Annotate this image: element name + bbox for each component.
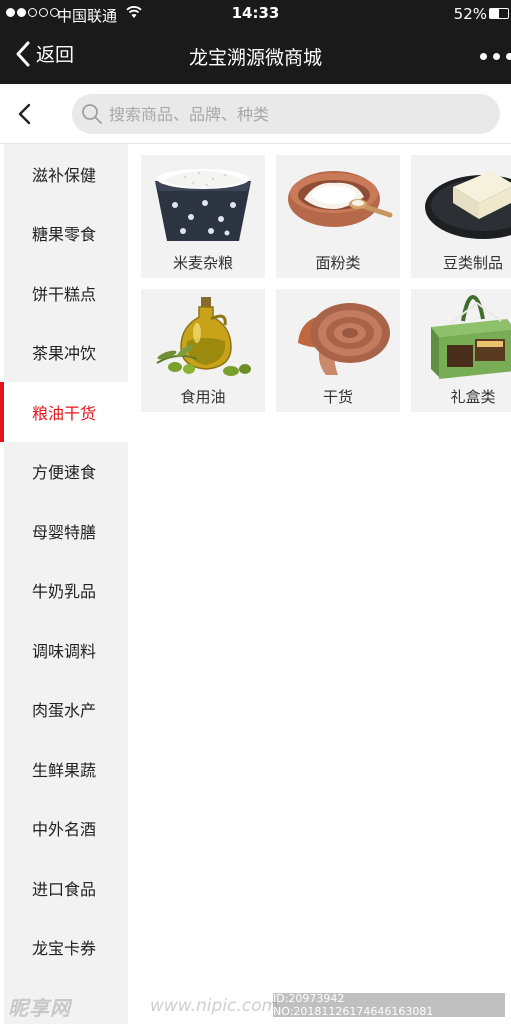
product-tile-soy-products[interactable]: 豆类制品 [411, 155, 511, 278]
category-label: 糖果零食 [31, 225, 96, 245]
mushroom-icon [298, 303, 390, 375]
page-title: 龙宝溯源微商城 [188, 47, 322, 69]
category-item-supplements[interactable]: 滋补保健 [4, 144, 128, 204]
gift-box-icon [431, 294, 511, 379]
product-tile-dried-goods[interactable]: 干货 [276, 289, 400, 412]
category-label: 茶果冲饮 [31, 344, 96, 364]
product-label: 面粉类 [315, 254, 361, 272]
status-time: 14:33 [231, 4, 280, 22]
category-item-imported[interactable]: 进口食品 [4, 858, 128, 918]
category-item-grain-oil[interactable]: 粮油干货 [0, 382, 128, 442]
category-item-liquor[interactable]: 中外名酒 [4, 799, 128, 859]
category-label: 饼干糕点 [31, 284, 96, 304]
rice-bowl-icon [155, 169, 251, 241]
watermark-id: ID:20973942 NO:20181126174646163081 [273, 992, 505, 1018]
category-item-condiments[interactable]: 调味调料 [4, 620, 128, 680]
product-label: 食用油 [180, 388, 226, 406]
category-label: 龙宝卡券 [31, 939, 96, 959]
back-arrow-icon[interactable] [14, 100, 36, 128]
tofu-plate-icon [425, 171, 511, 239]
status-bar: 中国联通 14:33 52% [0, 0, 511, 28]
battery-icon [489, 8, 509, 19]
category-item-fresh-produce[interactable]: 生鲜果蔬 [4, 739, 128, 799]
product-tile-gift-boxes[interactable]: 礼盒类 [411, 289, 511, 412]
product-label: 豆类制品 [442, 254, 503, 272]
nav-bar: 返回 龙宝溯源微商城 [0, 28, 511, 84]
category-label: 进口食品 [31, 879, 96, 899]
category-label: 母婴特膳 [31, 522, 96, 542]
category-item-dairy[interactable]: 牛奶乳品 [4, 561, 128, 621]
watermark-brand: 昵享网 [8, 996, 71, 1020]
product-tile-grains[interactable]: 米麦杂粮 [141, 155, 265, 278]
category-item-meat-seafood[interactable]: 肉蛋水产 [4, 680, 128, 740]
category-label: 滋补保健 [31, 165, 96, 185]
search-input[interactable] [109, 104, 469, 124]
category-sidebar: 滋补保健 糖果零食 饼干糕点 茶果冲饮 粮油干货 方便速食 母婴特膳 牛奶乳品 … [0, 144, 128, 1024]
category-item-biscuits[interactable]: 饼干糕点 [4, 263, 128, 323]
search-row [0, 84, 511, 144]
flour-bowl-icon [288, 171, 393, 227]
category-label: 方便速食 [31, 463, 96, 483]
category-item-instant-food[interactable]: 方便速食 [4, 442, 128, 502]
battery-percent: 52% [453, 5, 487, 23]
product-label: 米麦杂粮 [172, 254, 233, 272]
category-label: 调味调料 [31, 641, 96, 661]
more-options-icon[interactable] [480, 53, 511, 60]
category-label: 粮油干货 [31, 403, 96, 423]
category-label: 生鲜果蔬 [31, 760, 96, 780]
category-label: 中外名酒 [31, 820, 96, 840]
category-item-vouchers[interactable]: 龙宝卡券 [4, 918, 128, 978]
search-bar[interactable] [72, 94, 500, 134]
product-tile-flour[interactable]: 面粉类 [276, 155, 400, 278]
search-icon [82, 104, 102, 124]
subcategory-grid: 米麦杂粮 面粉类 豆类制品 食用油 干货 礼盒类 [141, 155, 511, 412]
category-item-baby[interactable]: 母婴特膳 [4, 501, 128, 561]
watermark-site: www.nipic.com [150, 996, 279, 1016]
olive-oil-icon [156, 297, 251, 376]
category-item-drinks[interactable]: 茶果冲饮 [4, 323, 128, 383]
product-tile-cooking-oil[interactable]: 食用油 [141, 289, 265, 412]
category-label: 肉蛋水产 [31, 701, 96, 721]
product-label: 礼盒类 [450, 388, 496, 406]
product-label: 干货 [322, 388, 353, 406]
category-label: 牛奶乳品 [31, 582, 96, 602]
category-item-snacks[interactable]: 糖果零食 [4, 204, 128, 264]
